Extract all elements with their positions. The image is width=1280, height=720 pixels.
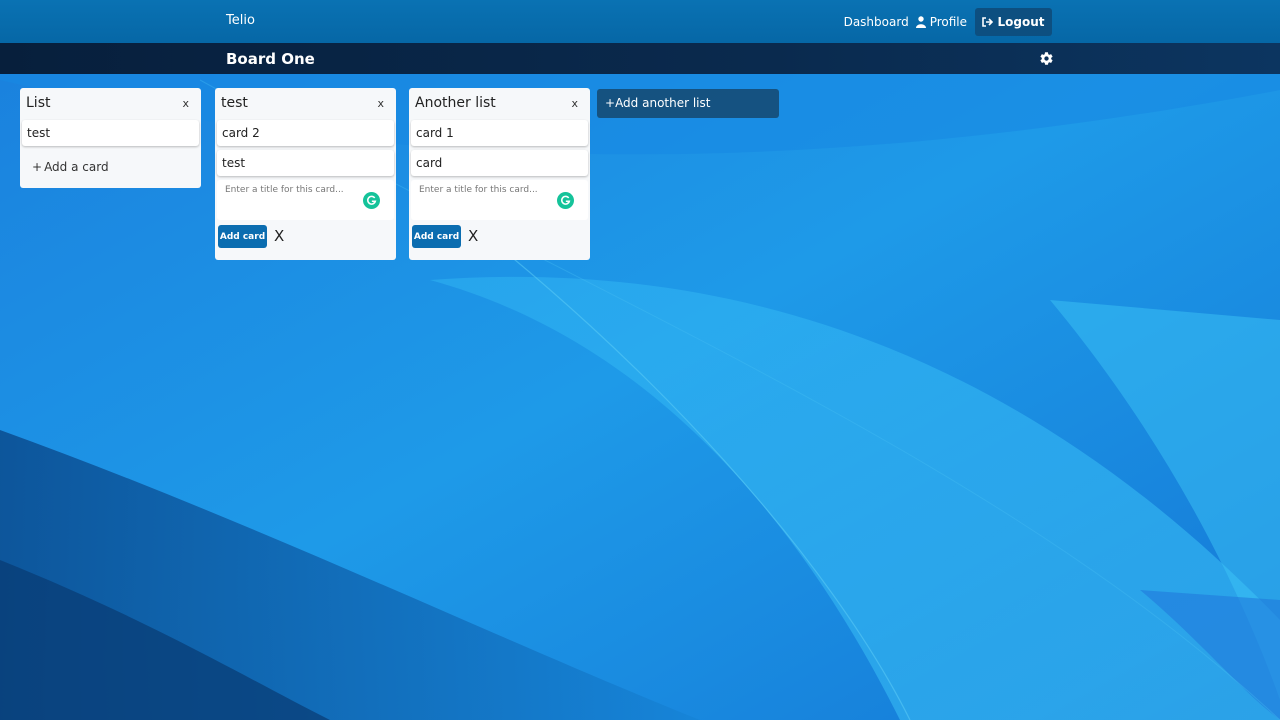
user-icon: [915, 16, 926, 28]
list-header: List x: [20, 88, 201, 120]
logout-label: Logout: [997, 15, 1045, 29]
profile-link[interactable]: Profile: [915, 15, 967, 29]
add-card-link[interactable]: + Add a card: [20, 150, 201, 188]
card-item[interactable]: card 1: [411, 120, 588, 146]
list-header: Another list x: [409, 88, 590, 120]
nav-right: Dashboard Profile Logout: [844, 8, 1052, 36]
delete-list-button[interactable]: x: [571, 97, 578, 110]
list-column: test x card 2 test Add card X: [215, 88, 396, 260]
card-composer: [217, 180, 394, 220]
add-list-button[interactable]: +Add another list: [597, 89, 779, 118]
brand-logo[interactable]: Telio: [226, 13, 255, 28]
list-title[interactable]: test: [221, 95, 248, 111]
list-header: test x: [215, 88, 396, 120]
list-column: Another list x card 1 card Add card X: [409, 88, 590, 260]
add-list-label: Add another list: [615, 96, 711, 110]
logout-button[interactable]: Logout: [975, 8, 1052, 36]
card-item[interactable]: card 2: [217, 120, 394, 146]
delete-list-button[interactable]: x: [182, 97, 189, 110]
grammarly-g-glyph: [561, 195, 571, 205]
top-navbar: Telio Dashboard Profile Logout: [0, 0, 1280, 43]
plus-icon: +: [605, 96, 616, 110]
gear-icon[interactable]: [1039, 51, 1054, 66]
card-item[interactable]: test: [217, 150, 394, 176]
list-column: List x test + Add a card: [20, 88, 201, 188]
cancel-composer-button[interactable]: X: [274, 227, 284, 245]
board-header: Board One: [0, 43, 1280, 74]
plus-icon: +: [32, 160, 43, 174]
grammarly-g-glyph: [367, 195, 377, 205]
composer-actions: Add card X: [409, 220, 590, 260]
profile-label: Profile: [929, 15, 967, 29]
card-item[interactable]: card: [411, 150, 588, 176]
card-item[interactable]: test: [22, 120, 199, 146]
sign-out-icon: [982, 17, 994, 27]
board-title: Board One: [226, 50, 315, 68]
list-title[interactable]: List: [26, 95, 50, 111]
cancel-composer-button[interactable]: X: [468, 227, 478, 245]
add-card-label: Add a card: [44, 160, 109, 174]
add-card-button[interactable]: Add card: [218, 225, 267, 248]
list-title[interactable]: Another list: [415, 95, 496, 111]
card-composer: [411, 180, 588, 220]
dashboard-link[interactable]: Dashboard: [844, 15, 909, 29]
grammarly-icon[interactable]: [363, 192, 380, 209]
delete-list-button[interactable]: x: [377, 97, 384, 110]
grammarly-icon[interactable]: [557, 192, 574, 209]
add-card-button[interactable]: Add card: [412, 225, 461, 248]
composer-actions: Add card X: [215, 220, 396, 260]
